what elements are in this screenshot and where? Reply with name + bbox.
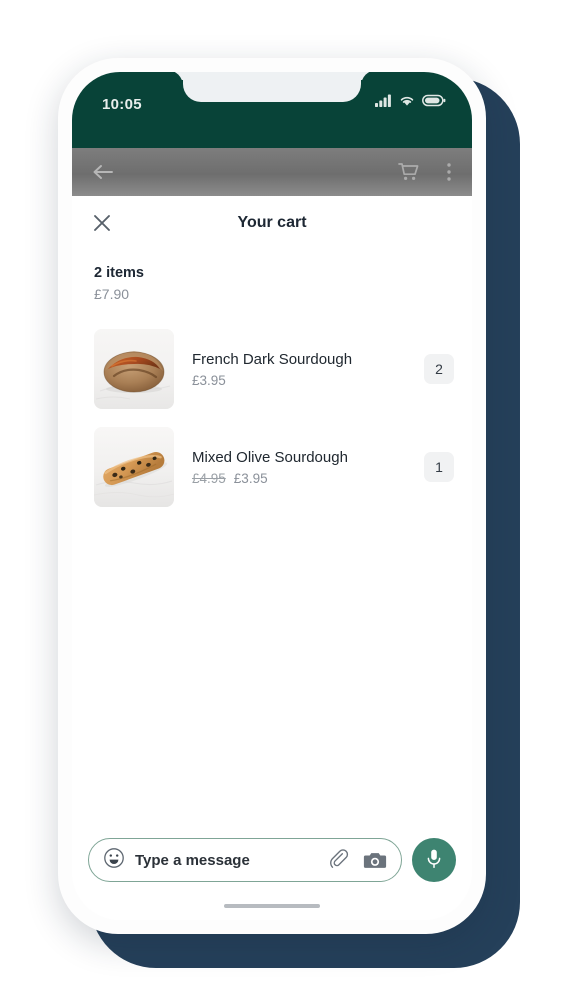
shopping-cart-icon[interactable] [398,162,420,182]
microphone-button[interactable] [412,838,456,882]
table-row[interactable]: French Dark Sourdough £3.95 2 [72,328,472,409]
product-image-round-sourdough [94,328,174,409]
cart-sheet: Your cart 2 items £7.90 French Dark Sour… [72,196,472,920]
table-row[interactable]: Mixed Olive Sourdough £4.95 £3.95 1 [72,426,472,507]
quantity-badge[interactable]: 1 [424,451,454,482]
status-bar: 10:05 [72,72,472,148]
message-composer: Type a message [72,838,472,892]
home-indicator-area [72,892,472,920]
signal-icon [375,94,392,112]
product-info: Mixed Olive Sourdough £4.95 £3.95 [174,447,424,486]
product-name: Mixed Olive Sourdough [192,449,348,467]
phone-frame: 10:05 Your cart 2 items £7.90 French Dar… [58,58,486,934]
message-input-container[interactable]: Type a message [88,838,402,882]
page-title: Your cart [237,214,307,231]
cart-item-list: French Dark Sourdough £3.95 2 Mixed Oliv… [72,305,472,838]
battery-icon [422,94,446,112]
product-original-price: £4.95 [192,470,226,486]
more-vertical-icon[interactable] [446,162,452,182]
camera-icon[interactable] [363,849,387,871]
app-toolbar [72,148,472,196]
wifi-icon [399,94,415,112]
back-arrow-icon[interactable] [92,163,114,181]
product-name: French Dark Sourdough [192,351,353,369]
product-price-row: £3.95 [192,373,424,388]
cart-item-count: 2 items [94,265,144,281]
status-time: 10:05 [102,96,142,113]
paperclip-icon[interactable] [329,849,351,871]
cart-summary: 2 items £7.90 [72,250,472,305]
phone-screen: 10:05 Your cart 2 items £7.90 French Dar… [72,72,472,920]
product-image-olive-baguette [94,426,174,507]
product-price: £3.95 [233,470,268,486]
message-input[interactable]: Type a message [135,852,319,869]
product-price-row: £4.95 £3.95 [192,471,424,486]
product-price: £3.95 [192,372,226,388]
phone-notch [183,72,361,102]
close-icon[interactable] [88,209,116,237]
quantity-badge[interactable]: 2 [424,353,454,384]
home-indicator [224,904,320,908]
status-icons-group [375,94,446,112]
smiley-face-icon[interactable] [103,847,125,874]
cart-header: Your cart [72,196,472,250]
cart-total-price: £7.90 [94,285,130,302]
microphone-icon [424,847,444,874]
product-info: French Dark Sourdough £3.95 [174,349,424,388]
